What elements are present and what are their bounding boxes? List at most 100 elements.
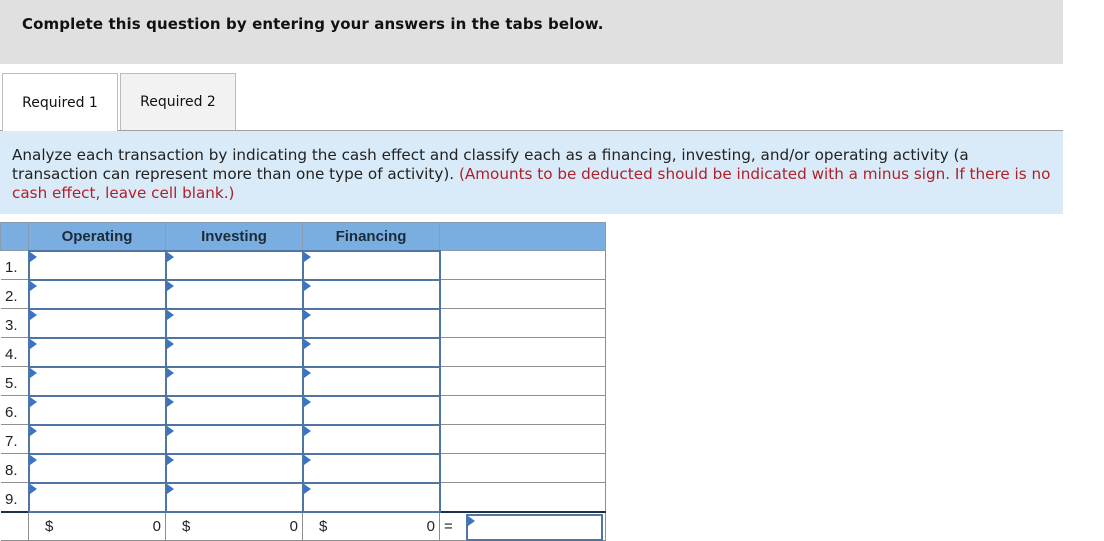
operating-input[interactable] [29,367,165,395]
financing-input[interactable] [303,425,439,453]
banner-text: Complete this question by entering your … [22,15,604,33]
net-change-cell: = [439,510,606,541]
financing-input[interactable] [303,309,439,337]
financing-input[interactable] [303,367,439,395]
financing-input[interactable] [303,338,439,366]
row-number: 4. [0,337,29,367]
financing-cell [301,452,441,484]
operating-cell [27,249,167,281]
financing-cell [301,336,441,368]
tab-required-1[interactable]: Required 1 [2,73,118,132]
operating-input[interactable] [29,396,165,424]
header-investing: Investing [165,222,303,251]
currency-symbol: $ [182,517,191,535]
tab-label: Required 1 [22,95,98,111]
totals-label [0,510,29,541]
row-number: 1. [0,250,29,280]
net-change-input[interactable] [468,515,601,539]
header-financing: Financing [302,222,440,251]
financing-input[interactable] [303,454,439,482]
investing-input[interactable] [166,454,302,482]
extra-cell [439,279,606,309]
question-banner: Complete this question by entering your … [0,0,1063,64]
total-investing-value: 0 [289,517,298,535]
operating-input[interactable] [29,338,165,366]
investing-cell [164,307,304,339]
total-operating: $ 0 [28,510,166,541]
total-financing: $ 0 [302,510,440,541]
investing-cell [164,452,304,484]
investing-input[interactable] [166,338,302,366]
operating-cell [27,307,167,339]
investing-input[interactable] [166,280,302,308]
totals-row: $ 0 $ 0 $ 0 = [0,510,606,541]
extra-cell [439,395,606,425]
investing-input[interactable] [166,251,302,279]
header-operating: Operating [28,222,166,251]
investing-input[interactable] [166,483,302,511]
table-row: 3. [0,307,606,339]
table-row: 5. [0,365,606,397]
tab-required-2[interactable]: Required 2 [120,73,236,130]
investing-input[interactable] [166,425,302,453]
operating-input[interactable] [29,454,165,482]
row-number: 5. [0,366,29,396]
table-row: 8. [0,452,606,484]
operating-cell [27,394,167,426]
financing-input[interactable] [303,483,439,511]
financing-cell [301,365,441,397]
extra-cell [439,424,606,454]
investing-cell [164,336,304,368]
investing-cell [164,394,304,426]
financing-cell [301,307,441,339]
investing-cell [164,423,304,455]
financing-input[interactable] [303,280,439,308]
operating-input[interactable] [29,309,165,337]
operating-input[interactable] [29,251,165,279]
financing-input[interactable] [303,396,439,424]
table-row: 6. [0,394,606,426]
net-change-input-wrap [466,513,603,541]
currency-symbol: $ [45,517,54,535]
operating-cell [27,481,167,513]
operating-input[interactable] [29,280,165,308]
row-number: 7. [0,424,29,454]
operating-input[interactable] [29,425,165,453]
row-number: 2. [0,279,29,309]
equals-sign: = [444,517,453,535]
instructions-panel: Analyze each transaction by indicating t… [0,131,1063,214]
financing-input[interactable] [303,251,439,279]
header-extra [439,222,606,251]
currency-symbol: $ [319,517,328,535]
operating-cell [27,452,167,484]
financing-cell [301,481,441,513]
table-row: 7. [0,423,606,455]
row-number: 8. [0,453,29,483]
row-number: 3. [0,308,29,338]
cash-flow-table: Operating Investing Financing 1. 2. 3. 4. 5.… [0,222,606,541]
row-number: 6. [0,395,29,425]
investing-input[interactable] [166,396,302,424]
extra-cell [439,366,606,396]
investing-cell [164,249,304,281]
extra-cell [439,337,606,367]
operating-cell [27,278,167,310]
financing-cell [301,394,441,426]
operating-cell [27,336,167,368]
financing-cell [301,423,441,455]
investing-input[interactable] [166,309,302,337]
table-row: 2. [0,278,606,310]
extra-cell [439,482,606,512]
operating-input[interactable] [29,483,165,511]
table-row: 4. [0,336,606,368]
operating-cell [27,365,167,397]
tab-label: Required 2 [140,94,216,110]
table-row: 9. [0,481,606,513]
total-operating-value: 0 [152,517,161,535]
extra-cell [439,453,606,483]
total-investing: $ 0 [165,510,303,541]
extra-cell [439,250,606,280]
extra-cell [439,308,606,338]
header-blank [0,222,29,251]
investing-input[interactable] [166,367,302,395]
